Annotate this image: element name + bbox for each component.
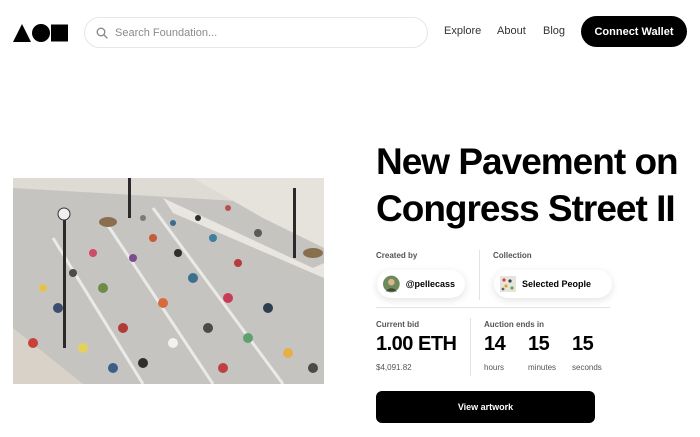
countdown-hours: 14 xyxy=(484,333,506,355)
countdown-seconds: 15 xyxy=(572,333,594,355)
foundation-logo[interactable] xyxy=(13,24,68,42)
collection-pill[interactable]: Selected People xyxy=(494,270,612,298)
artwork-title: New Pavement on Congress Street II xyxy=(376,141,679,229)
divider xyxy=(376,307,610,308)
nav-explore[interactable]: Explore xyxy=(444,25,481,37)
collection-name: Selected People xyxy=(522,279,592,289)
nav-about[interactable]: About xyxy=(497,25,526,37)
countdown-seconds-label: seconds xyxy=(572,363,602,372)
divider xyxy=(479,250,480,300)
nav-blog[interactable]: Blog xyxy=(543,25,565,37)
connect-wallet-button[interactable]: Connect Wallet xyxy=(581,16,687,47)
creator-avatar xyxy=(383,275,400,293)
search-bar[interactable] xyxy=(84,17,428,48)
creator-name: @pellecass xyxy=(405,279,455,289)
auction-ends-label: Auction ends in xyxy=(484,320,544,329)
view-artwork-button[interactable]: View artwork xyxy=(376,391,595,423)
countdown-minutes: 15 xyxy=(528,333,550,355)
countdown-hours-label: hours xyxy=(484,363,505,372)
current-bid-label: Current bid xyxy=(376,320,420,329)
collection-label: Collection xyxy=(493,251,532,260)
collection-icon xyxy=(500,276,516,292)
created-by-label: Created by xyxy=(376,251,418,260)
divider xyxy=(470,318,471,376)
search-icon xyxy=(96,27,108,39)
current-bid-value: 1.00 ETH xyxy=(376,333,457,355)
artwork-image[interactable] xyxy=(13,178,324,384)
search-input[interactable] xyxy=(115,26,395,39)
countdown-minutes-label: minutes xyxy=(528,363,557,372)
current-bid-usd: $4,091.82 xyxy=(376,363,412,372)
creator-pill[interactable]: @pellecass xyxy=(377,270,465,298)
